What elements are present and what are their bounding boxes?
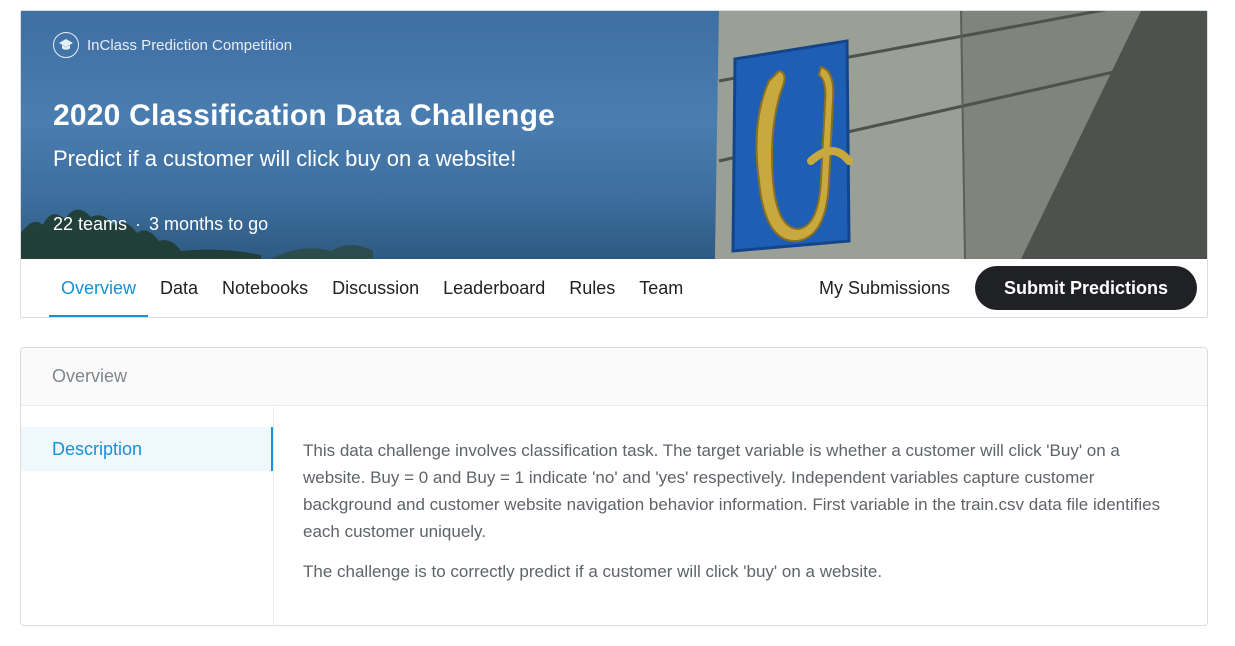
competition-stats: 22 teams · 3 months to go [53, 214, 268, 235]
competition-type-text: InClass Prediction Competition [87, 36, 293, 54]
description-paragraph: This data challenge involves classificat… [303, 441, 1161, 541]
tab-leaderboard[interactable]: Leaderboard [431, 259, 557, 317]
tab-data[interactable]: Data [148, 259, 210, 317]
stats-separator: · [135, 214, 142, 234]
description-paragraph: The challenge is to correctly predict if… [303, 562, 883, 581]
side-nav-item-description[interactable]: Description [21, 427, 273, 471]
tab-rules[interactable]: Rules [557, 259, 627, 317]
tab-discussion[interactable]: Discussion [320, 259, 431, 317]
my-submissions-link[interactable]: My Submissions [819, 259, 950, 317]
competition-title: 2020 Classification Data Challenge [53, 99, 555, 132]
tab-notebooks[interactable]: Notebooks [210, 259, 320, 317]
overview-section-header: Overview [21, 348, 1207, 406]
submit-predictions-button[interactable]: Submit Predictions [975, 266, 1197, 310]
tab-overview[interactable]: Overview [49, 259, 149, 317]
competition-type-label: InClass Prediction Competition [53, 31, 292, 59]
tab-list: Overview Data Notebooks Discussion Leade… [49, 259, 695, 317]
competition-tab-bar: Overview Data Notebooks Discussion Leade… [21, 259, 1207, 317]
overview-section: Overview Description This data challenge… [20, 347, 1208, 626]
overview-side-nav: Description [21, 407, 274, 625]
graduation-cap-icon [53, 32, 79, 58]
competition-banner: InClass Prediction Competition 2020 Clas… [21, 11, 1207, 259]
tab-team[interactable]: Team [627, 259, 695, 317]
competition-header: InClass Prediction Competition 2020 Clas… [20, 10, 1208, 318]
team-count: 22 teams [53, 214, 128, 234]
description-content: This data challenge involves classificat… [303, 437, 1183, 598]
competition-subtitle: Predict if a customer will click buy on … [53, 146, 517, 171]
time-remaining: 3 months to go [149, 214, 269, 234]
